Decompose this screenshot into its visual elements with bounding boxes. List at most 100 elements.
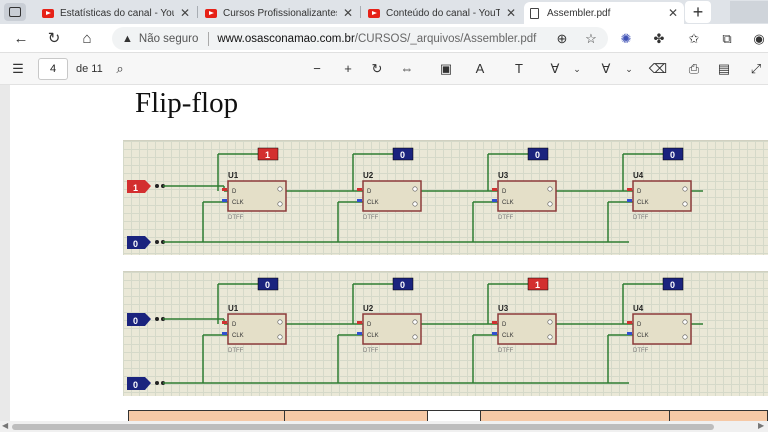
draw-icon[interactable]: ∀ [545, 59, 565, 79]
flipflop-name: U3 [498, 171, 509, 180]
pin-label-d: D [502, 322, 507, 328]
input-probe-arrow [145, 180, 151, 193]
highlight-icon[interactable]: ∀ [596, 59, 616, 79]
document-icon [530, 7, 539, 19]
zoom-out-icon[interactable]: − [307, 59, 327, 79]
page-view-icon[interactable]: ▣ [436, 59, 456, 79]
url-host: www.osasconamao.com.br [217, 32, 355, 45]
fullscreen-icon[interactable]: ⤢ [746, 59, 766, 79]
flipflop-body [497, 180, 557, 212]
pin-marker [627, 321, 632, 324]
pin-dot [155, 381, 159, 385]
pin-qbar [412, 201, 418, 207]
url-divider [208, 31, 210, 46]
pin-marker [627, 332, 632, 335]
tab-label: Estatísticas do canal - YouTube [60, 7, 174, 19]
pin-qbar [547, 334, 553, 340]
home-button[interactable]: ⌂ [76, 28, 98, 50]
pdf-toolbar: ☰ 4 de 11 ⌕ − + ↻ ⇔ ▣ A T ∀ ⌄ ∀ ⌄ ⌫ ⎙ ▤ … [0, 53, 768, 85]
close-tab-button[interactable]: ✕ [506, 6, 516, 20]
pin-q [412, 186, 418, 192]
youtube-icon [42, 8, 54, 18]
zoom-in-icon[interactable]: + [338, 59, 358, 79]
zoom-icon[interactable]: ⊕ [551, 28, 573, 50]
pin-q [412, 319, 418, 325]
pdf-viewer[interactable]: Flip-flop 1 0 1 U1 D CLK DTFF 0 U2 D CLK DTFF 0 U3 D CL… [0, 85, 768, 432]
circuit-diagram: 101U1DCLKDTFF0U2DCLKDTFF0U3DCLKDTFF0U4DC… [127, 147, 703, 249]
tab-separator [197, 6, 198, 18]
pin-label-clk: CLK [502, 333, 514, 339]
page-total: de 11 [76, 63, 103, 75]
close-tab-button[interactable]: ✕ [180, 6, 190, 20]
address-field[interactable]: ▲ Não seguro www.osasconamao.com.br/CURS… [112, 27, 608, 50]
favorite-add-icon[interactable]: ☆ [580, 28, 602, 50]
collections-icon[interactable]: ⧉ [716, 28, 738, 50]
contents-icon[interactable]: ☰ [8, 59, 28, 79]
scrollbar-thumb[interactable] [12, 424, 714, 430]
flipflop-name: U1 [228, 304, 239, 313]
pin-q [277, 319, 283, 325]
pin-label-d: D [367, 322, 372, 328]
pin-label-clk: CLK [232, 333, 244, 339]
pin-qbar [547, 201, 553, 207]
input-probe-value: 0 [133, 316, 138, 326]
pin-q [682, 186, 688, 192]
security-label[interactable]: Não seguro [139, 33, 198, 45]
pin-marker [627, 188, 632, 191]
pin-q [547, 319, 553, 325]
pin-marker [222, 332, 227, 335]
puzzle-extensions-icon[interactable]: ✤ [648, 28, 670, 50]
circuit-diagram: 000U1DCLKDTFF0U2DCLKDTFF1U3DCLKDTFF0U4DC… [127, 277, 703, 390]
print-icon[interactable]: ⎙ [684, 59, 704, 79]
tab-assembler[interactable]: Assembler.pdf ✕ [524, 2, 684, 24]
fit-page-icon[interactable]: ⇔ [397, 59, 417, 79]
tab-cursos[interactable]: Cursos Profissionalizantes - YouTube ✕ [199, 2, 359, 24]
pin-marker [222, 199, 227, 202]
tab-estatisticas[interactable]: Estatísticas do canal - YouTube ✕ [36, 2, 196, 24]
chevron-down-icon[interactable]: ⌄ [570, 59, 584, 79]
close-tab-button[interactable]: ✕ [343, 6, 353, 20]
refresh-button[interactable]: ↻ [43, 28, 65, 50]
window-icon [9, 7, 21, 17]
circuit-schematic-bottom: 0 0 0 U1 D CLK DTFF 0 U2 D CLK DTFF 1 U3 D CLK DTFF 0 U4 D C… [123, 271, 768, 396]
horizontal-scrollbar[interactable]: ◀ ▶ [0, 421, 768, 432]
page-number-input[interactable]: 4 [38, 58, 68, 80]
pin-label-clk: CLK [637, 200, 649, 206]
pin-marker [627, 199, 632, 202]
pin-label-d: D [637, 189, 642, 195]
new-tab-button[interactable]: + [685, 1, 711, 23]
pin-marker [492, 321, 497, 324]
chevron-down-icon[interactable]: ⌄ [622, 59, 636, 79]
workspaces-button[interactable] [4, 3, 26, 21]
save-icon[interactable]: ▤ [714, 59, 734, 79]
favorites-icon[interactable]: ✩ [683, 28, 705, 50]
pin-qbar [412, 334, 418, 340]
tab-conteudo[interactable]: Conteúdo do canal - YouTube ✕ [362, 2, 522, 24]
tab-strip: Estatísticas do canal - YouTube ✕ Cursos… [0, 0, 768, 24]
eraser-icon[interactable]: ⌫ [648, 59, 668, 79]
pin-label-clk: CLK [637, 333, 649, 339]
window-controls[interactable] [730, 1, 768, 23]
rotate-icon[interactable]: ↻ [367, 59, 387, 79]
pin-dot [155, 184, 159, 188]
input-probe-value: 0 [133, 380, 138, 390]
part-label: DTFF [498, 348, 514, 354]
input-probe-value: 1 [133, 183, 138, 193]
circuit-schematic-top: 1 0 1 U1 D CLK DTFF 0 U2 D CLK DTFF 0 U3 D CLK DTFF 0 U4 D C… [123, 140, 768, 255]
scroll-left-icon[interactable]: ◀ [2, 421, 8, 430]
pin-marker [357, 321, 362, 324]
back-button[interactable]: ← [10, 28, 32, 50]
close-tab-button[interactable]: ✕ [668, 6, 678, 20]
pin-label-d: D [232, 189, 237, 195]
pin-label-clk: CLK [502, 200, 514, 206]
profile-icon[interactable]: ◉ [748, 28, 768, 50]
read-aloud-icon[interactable]: A [470, 59, 490, 79]
pin-qbar [682, 201, 688, 207]
find-icon[interactable]: ⌕ [110, 59, 130, 79]
scroll-right-icon[interactable]: ▶ [758, 421, 764, 430]
output-probe-value: 0 [535, 150, 540, 160]
youtube-icon [368, 8, 380, 18]
extension-icon[interactable]: ✺ [615, 28, 637, 50]
text-tool-icon[interactable]: T [509, 59, 529, 79]
input-probe-arrow [145, 313, 151, 326]
